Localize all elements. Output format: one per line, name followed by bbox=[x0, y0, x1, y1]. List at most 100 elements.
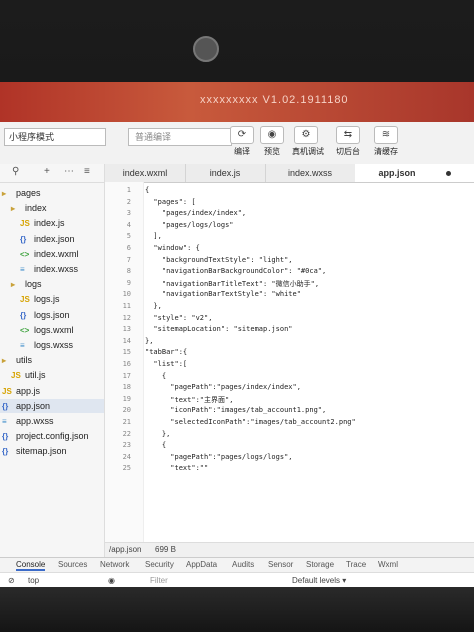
tree-item[interactable]: JS logs.js bbox=[0, 292, 104, 306]
tree-item-label: app.wxss bbox=[16, 416, 54, 426]
refresh-icon: ⟳ bbox=[230, 126, 254, 144]
clear-icon[interactable]: ⊘ bbox=[8, 576, 15, 585]
tree-item-label: index.wxss bbox=[34, 264, 79, 274]
search-icon[interactable]: ⚲ bbox=[12, 166, 19, 177]
add-file-icon[interactable]: + bbox=[44, 166, 50, 177]
line-number: 7 bbox=[126, 255, 131, 264]
code-line: "pagePath":"pages/index/index", bbox=[145, 383, 301, 392]
debug-icon: ⚙ bbox=[294, 126, 318, 144]
explorer-header: ⚲ + ⋯ ≡ bbox=[0, 164, 104, 183]
editor-tab[interactable]: index.wxss bbox=[265, 164, 356, 182]
tree-item[interactable]: JS index.js bbox=[0, 216, 104, 230]
tree-item-label: logs.js bbox=[34, 294, 60, 305]
console-tab[interactable]: Network bbox=[100, 560, 129, 569]
tree-item[interactable]: {} project.config.json bbox=[0, 429, 104, 443]
line-number: 16 bbox=[122, 360, 131, 368]
code-line: "pages": [ bbox=[145, 197, 196, 206]
editor-tab-label: app.json bbox=[378, 168, 416, 178]
console-tab[interactable]: Storage bbox=[306, 560, 334, 569]
eye-icon: ◉ bbox=[260, 126, 284, 144]
toolbar-button[interactable]: ⟳ 编译 bbox=[228, 126, 256, 160]
tree-item-label: project.config.json bbox=[16, 431, 89, 442]
editor-tab[interactable]: index.wxml bbox=[105, 164, 186, 182]
more-icon[interactable]: ⋯ bbox=[64, 166, 74, 177]
tree-item[interactable]: ▸ logs bbox=[0, 277, 104, 291]
tree-item[interactable]: JS app.js bbox=[0, 384, 104, 398]
line-number: 17 bbox=[122, 371, 131, 380]
console-tab[interactable]: AppData bbox=[186, 560, 217, 569]
eye-icon[interactable]: ◉ bbox=[108, 576, 115, 585]
tree-item[interactable]: ≡ index.wxss bbox=[0, 262, 104, 276]
toolbar-button-label: 真机调试 bbox=[292, 147, 324, 156]
line-number: 23 bbox=[122, 441, 131, 450]
code-line: "navigationBarTextStyle": "white" bbox=[145, 290, 301, 299]
line-number: 21 bbox=[122, 418, 131, 426]
line-number: 11 bbox=[122, 302, 131, 310]
collapse-icon[interactable]: ≡ bbox=[84, 166, 90, 177]
tree-item[interactable]: ≡ app.wxss bbox=[0, 414, 104, 428]
code-line: "tabBar":{ bbox=[145, 348, 188, 357]
code-line: { bbox=[145, 186, 150, 194]
status-bar: /app.json 699 B bbox=[105, 542, 474, 558]
line-number: 15 bbox=[122, 348, 131, 357]
toolbar-button[interactable]: ≋ 清缓存 bbox=[372, 126, 400, 160]
code-line: "text":"主界面", bbox=[145, 395, 234, 404]
console-tab[interactable]: Console bbox=[16, 560, 46, 571]
editor-tab[interactable]: index.js bbox=[185, 164, 266, 182]
filter-input[interactable]: Filter bbox=[150, 576, 168, 585]
tree-item[interactable]: {} index.json bbox=[0, 232, 104, 246]
tree-item[interactable]: JS util.js bbox=[0, 368, 104, 382]
tree-item[interactable]: ≡ logs.wxss bbox=[0, 338, 104, 352]
status-size: 699 B bbox=[155, 545, 176, 554]
editor-tabs: index.wxml index.js index.wxss app.json bbox=[105, 164, 474, 183]
code-line: { bbox=[145, 441, 167, 450]
tree-item-label: index.js bbox=[34, 218, 65, 229]
file-icon: {} bbox=[2, 401, 9, 411]
tree-item[interactable]: <> index.wxml bbox=[0, 247, 104, 261]
toolbar-button[interactable]: ⇆ 切后台 bbox=[334, 126, 362, 160]
webcam bbox=[193, 36, 219, 62]
tree-item[interactable]: ▸ utils bbox=[0, 353, 104, 367]
code-line: "list":[ bbox=[145, 360, 188, 368]
tree-item-label: index bbox=[25, 203, 47, 214]
code-line: }, bbox=[145, 429, 171, 438]
unsaved-dot-icon bbox=[445, 171, 451, 177]
compile-mode-select[interactable]: 普通编译 bbox=[128, 128, 232, 146]
mode-select[interactable]: 小程序模式 bbox=[4, 128, 106, 146]
file-icon: {} bbox=[20, 310, 27, 320]
console-tab[interactable]: Trace bbox=[346, 560, 366, 569]
line-gutter: 1 2 3 4 5 6 7 8 9 10 11 12 13 14 15 16 17 18 19 20 21 22 23 24 2… bbox=[105, 182, 144, 542]
cache-icon: ≋ bbox=[374, 126, 398, 144]
status-file: /app.json bbox=[109, 545, 142, 554]
console-tab[interactable]: Wxml bbox=[378, 560, 398, 569]
code-line: "iconPath":"images/tab_account1.png", bbox=[145, 406, 327, 415]
levels-select[interactable]: Default levels ▾ bbox=[292, 576, 346, 585]
line-number: 5 bbox=[126, 232, 131, 241]
tree-item[interactable]: {} sitemap.json bbox=[0, 444, 104, 458]
folder-icon: ▸ bbox=[2, 189, 7, 198]
tree-item[interactable]: <> logs.wxml bbox=[0, 323, 104, 337]
code-line: "navigationBarTitleText": "微信小助手", bbox=[145, 279, 320, 288]
toolbar-button[interactable]: ⚙ 真机调试 bbox=[292, 126, 324, 160]
code-line: "window": { bbox=[145, 244, 200, 252]
tree-item[interactable]: ▸ pages bbox=[0, 186, 104, 200]
file-icon: <> bbox=[20, 249, 30, 259]
context-select[interactable]: top bbox=[28, 576, 39, 585]
devtools-window: xxxxxxxxx V1.02.1911180 小程序模式 普通编译 ⟳ 编译 ◉ 预… bbox=[0, 82, 474, 587]
console-tab[interactable]: Sensor bbox=[268, 560, 293, 569]
tree-item-label: app.js bbox=[16, 385, 41, 396]
line-number: 24 bbox=[122, 452, 131, 461]
tree-item[interactable]: {} logs.json bbox=[0, 308, 104, 322]
tree-item-label: index.json bbox=[34, 233, 75, 244]
console-tab[interactable]: Sources bbox=[58, 560, 87, 569]
console-tab[interactable]: Audits bbox=[232, 560, 254, 569]
console-tab[interactable]: Security bbox=[145, 560, 174, 569]
toolbar-button[interactable]: ◉ 预览 bbox=[258, 126, 286, 160]
toolbar-button-label: 编译 bbox=[234, 147, 250, 156]
file-icon: {} bbox=[2, 447, 9, 457]
tree-item[interactable]: ▸ index bbox=[0, 201, 104, 215]
file-icon: <> bbox=[20, 325, 30, 335]
editor-tab[interactable]: app.json bbox=[355, 164, 474, 182]
code-line: { bbox=[145, 371, 167, 380]
tree-item[interactable]: {} app.json bbox=[0, 398, 104, 413]
